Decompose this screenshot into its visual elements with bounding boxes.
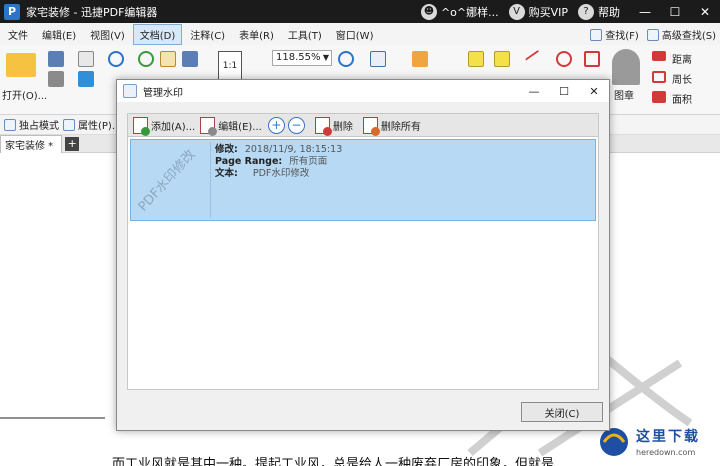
note-icon[interactable] [494, 51, 510, 67]
app-logo-icon: P [4, 3, 20, 20]
text-tool-icon[interactable] [468, 51, 484, 67]
vip-icon: V [508, 3, 525, 20]
stamp-icon[interactable] [612, 49, 640, 85]
menu-form[interactable]: 表单(R) [233, 25, 280, 44]
dialog-minimize-button[interactable]: — [519, 80, 549, 102]
edit-pen-icon[interactable] [412, 51, 428, 67]
add-icon [133, 116, 150, 136]
open-folder-icon[interactable] [6, 53, 36, 77]
snapshot-icon[interactable] [182, 51, 198, 67]
page-range-label: Page Range: [215, 156, 283, 167]
site-logo-url: heredown.com [636, 448, 696, 457]
advanced-find-button[interactable]: 高级查找(S) [646, 27, 716, 42]
menu-window[interactable]: 窗口(W) [330, 25, 380, 44]
document-body-text: 而工业风就是其中一种。提起工业风，总是给人一种废弃厂房的印象，但就是 [112, 457, 555, 466]
chevron-down-icon[interactable]: ▼ [323, 51, 329, 65]
minimize-button[interactable]: — [630, 0, 660, 23]
dialog-title: 管理水印 [143, 87, 183, 99]
edit-watermark-button[interactable]: 编辑(E)... [200, 116, 262, 136]
menu-document[interactable]: 文档(D) [132, 23, 183, 45]
area-button[interactable]: 面积 [672, 91, 692, 106]
delete-icon [314, 116, 332, 136]
cloud-icon[interactable] [78, 71, 94, 87]
text-label: 文本: [215, 168, 238, 179]
delete-all-watermarks-button[interactable]: 删除所有 [362, 116, 421, 136]
modified-value: 2018/11/9, 18:15:13 [244, 144, 343, 155]
save-icon[interactable] [48, 51, 64, 67]
find-button[interactable]: 查找(F) [590, 27, 639, 42]
actual-size-icon[interactable]: 1:1 [218, 51, 242, 81]
user-avatar-icon: ☻ [420, 3, 437, 20]
delete-watermark-button[interactable]: 删除 [314, 116, 353, 136]
watermark-details: 修改: 2018/11/9, 18:15:13 Page Range: 所有页面… [215, 144, 342, 180]
advanced-find-icon [646, 28, 659, 41]
menu-comment[interactable]: 注释(C) [184, 25, 231, 44]
circle-tool-icon[interactable] [556, 51, 572, 67]
email-icon[interactable] [78, 51, 94, 67]
watermark-list-item[interactable]: PDF水印修改 修改: 2018/11/9, 18:15:13 Page Ran… [130, 139, 596, 221]
properties-icon [63, 118, 75, 131]
menu-tools[interactable]: 工具(T) [282, 25, 328, 44]
perimeter-button[interactable]: 周长 [672, 71, 692, 86]
delete-all-icon [362, 116, 380, 136]
modified-label: 修改: [215, 144, 238, 155]
zoom-out-button[interactable]: − [287, 116, 305, 134]
buy-vip-button[interactable]: V 购买VIP [508, 3, 568, 20]
edit-icon [200, 116, 218, 136]
window-title: 家宅装修 - 迅捷PDF编辑器 [26, 5, 158, 19]
menu-edit[interactable]: 编辑(E) [36, 25, 82, 44]
menu-bar: 文件 编辑(E) 视图(V) 文档(D) 注释(C) 表单(R) 工具(T) 窗… [0, 23, 720, 45]
distance-button[interactable]: 距离 [672, 51, 692, 66]
dialog-maximize-button[interactable]: ☐ [549, 80, 579, 102]
undo-icon[interactable] [108, 51, 124, 67]
watermark-thumbnail: PDF水印修改 [133, 142, 211, 218]
add-watermark-button[interactable]: 添加(A)... [133, 116, 195, 136]
page-range-value: 所有页面 [289, 156, 328, 167]
print-icon[interactable] [48, 71, 64, 87]
hand-tool-icon[interactable] [160, 51, 176, 67]
text-value: PDF水印修改 [252, 168, 310, 179]
new-tab-button[interactable]: + [65, 136, 80, 151]
user-name: ^o^娜样... [440, 5, 499, 19]
distance-icon[interactable] [652, 51, 666, 61]
back-icon[interactable] [138, 51, 154, 67]
help-button[interactable]: ? 帮助 [578, 3, 620, 20]
site-logo-name: 这里下载 [636, 429, 700, 445]
user-account[interactable]: ☻ ^o^娜样... [420, 3, 499, 20]
manage-watermark-dialog: 管理水印 — ☐ ✕ 添加(A)... 编辑(E)... + − 删除 删除所有 [116, 79, 610, 431]
close-button[interactable]: 关闭(C) [521, 402, 603, 422]
properties-button[interactable]: 属性(P)... [63, 117, 121, 132]
site-logo: 这里下载 heredown.com [596, 420, 720, 466]
maximize-button[interactable]: ☐ [660, 0, 690, 23]
menu-view[interactable]: 视图(V) [84, 25, 131, 44]
help-icon: ? [578, 3, 594, 20]
select-icon[interactable] [370, 51, 386, 67]
watermark-thumbnail-text: PDF水印修改 [135, 147, 199, 215]
exclusive-mode-icon [4, 118, 16, 131]
dialog-toolbar: 添加(A)... 编辑(E)... + − 删除 删除所有 [127, 113, 599, 137]
perimeter-icon[interactable] [652, 71, 666, 83]
exclusive-mode-button[interactable]: 独占模式 [4, 117, 59, 132]
dialog-title-bar: 管理水印 — ☐ ✕ [117, 80, 609, 102]
menu-file[interactable]: 文件 [2, 25, 34, 44]
area-icon[interactable] [652, 91, 666, 103]
line-tool-icon[interactable] [524, 49, 548, 73]
dialog-app-icon [123, 84, 137, 98]
dialog-close-icon[interactable]: ✕ [579, 80, 609, 102]
title-bar: P 家宅装修 - 迅捷PDF编辑器 ☻ ^o^娜样... V 购买VIP ? 帮… [0, 0, 720, 23]
zoom-in-icon[interactable] [338, 51, 354, 67]
open-button-label[interactable]: 打开(O)... [2, 87, 47, 102]
zoom-in-button[interactable]: + [267, 116, 285, 134]
zoom-input[interactable]: 118.55% ▼ [272, 50, 332, 66]
find-icon [590, 28, 603, 41]
close-window-button[interactable]: ✕ [690, 0, 720, 23]
stamp-label[interactable]: 图章 [614, 87, 634, 102]
tab-document[interactable]: 家宅装修 * [0, 134, 63, 153]
polygon-tool-icon[interactable] [584, 51, 600, 67]
watermark-list[interactable]: PDF水印修改 修改: 2018/11/9, 18:15:13 Page Ran… [127, 136, 599, 390]
